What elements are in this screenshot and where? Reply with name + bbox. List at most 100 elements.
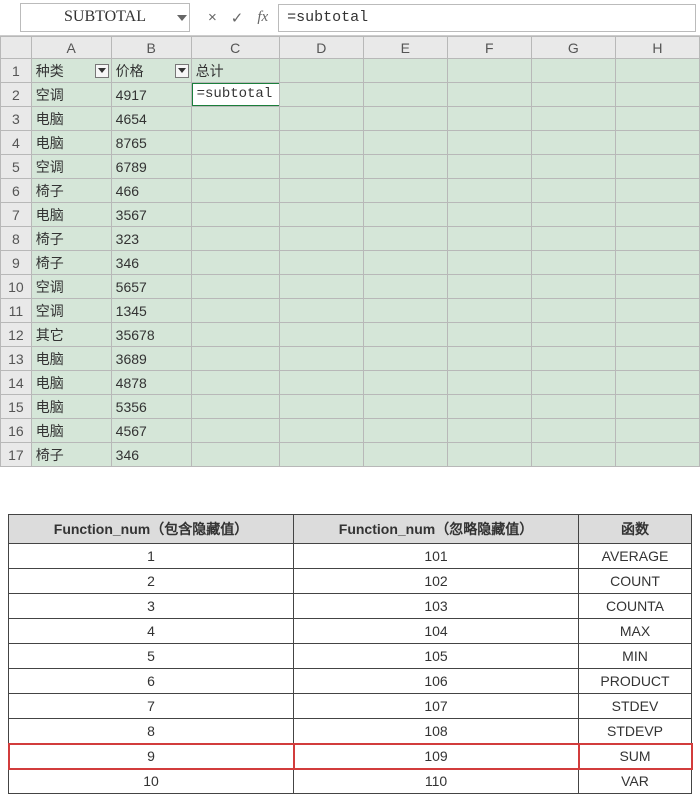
cell-E2[interactable] (363, 83, 447, 107)
cell-E1[interactable] (363, 59, 447, 83)
cell-D14[interactable] (279, 371, 363, 395)
row-header[interactable]: 4 (1, 131, 32, 155)
cell-C10[interactable] (191, 275, 279, 299)
cell-A13[interactable]: 电脑 (31, 347, 111, 371)
cell-B13[interactable]: 3689 (111, 347, 191, 371)
cell-C15[interactable] (191, 395, 279, 419)
name-box-dropdown-icon[interactable] (177, 13, 187, 23)
filter-dropdown-icon[interactable] (95, 64, 109, 78)
row-header[interactable]: 2 (1, 83, 32, 107)
cell-H8[interactable] (615, 227, 699, 251)
cell-H3[interactable] (615, 107, 699, 131)
cell-B3[interactable]: 4654 (111, 107, 191, 131)
cell-H16[interactable] (615, 419, 699, 443)
cell-C13[interactable] (191, 347, 279, 371)
cell-B6[interactable]: 466 (111, 179, 191, 203)
cell-A7[interactable]: 电脑 (31, 203, 111, 227)
cell-E5[interactable] (363, 155, 447, 179)
col-header-F[interactable]: F (447, 37, 531, 59)
cell-C11[interactable] (191, 299, 279, 323)
col-header-D[interactable]: D (279, 37, 363, 59)
cell-E6[interactable] (363, 179, 447, 203)
row-header[interactable]: 10 (1, 275, 32, 299)
row-header[interactable]: 17 (1, 443, 32, 467)
cell-B15[interactable]: 5356 (111, 395, 191, 419)
filter-dropdown-icon[interactable] (175, 64, 189, 78)
cell-A16[interactable]: 电脑 (31, 419, 111, 443)
cell-D4[interactable] (279, 131, 363, 155)
name-box[interactable]: SUBTOTAL (20, 3, 190, 32)
cell-D12[interactable] (279, 323, 363, 347)
col-header-B[interactable]: B (111, 37, 191, 59)
cell-D16[interactable] (279, 419, 363, 443)
cell-B9[interactable]: 346 (111, 251, 191, 275)
cell-D10[interactable] (279, 275, 363, 299)
cell-E12[interactable] (363, 323, 447, 347)
row-header[interactable]: 6 (1, 179, 32, 203)
cell-G14[interactable] (531, 371, 615, 395)
cell-G17[interactable] (531, 443, 615, 467)
cell-F11[interactable] (447, 299, 531, 323)
fx-icon[interactable]: fx (257, 9, 268, 26)
cell-A11[interactable]: 空调 (31, 299, 111, 323)
cell-G10[interactable] (531, 275, 615, 299)
row-header[interactable]: 12 (1, 323, 32, 347)
cell-A3[interactable]: 电脑 (31, 107, 111, 131)
col-header-G[interactable]: G (531, 37, 615, 59)
row-header[interactable]: 13 (1, 347, 32, 371)
cell-G11[interactable] (531, 299, 615, 323)
cell-D8[interactable] (279, 227, 363, 251)
cell-A6[interactable]: 椅子 (31, 179, 111, 203)
cell-G9[interactable] (531, 251, 615, 275)
cell-B14[interactable]: 4878 (111, 371, 191, 395)
row-header[interactable]: 15 (1, 395, 32, 419)
cell-E7[interactable] (363, 203, 447, 227)
cell-E9[interactable] (363, 251, 447, 275)
cell-H17[interactable] (615, 443, 699, 467)
cell-A15[interactable]: 电脑 (31, 395, 111, 419)
cell-F14[interactable] (447, 371, 531, 395)
cell-A9[interactable]: 椅子 (31, 251, 111, 275)
cell-C3[interactable] (191, 107, 279, 131)
cell-A2[interactable]: 空调 (31, 83, 111, 107)
cell-D1[interactable] (279, 59, 363, 83)
row-header[interactable]: 11 (1, 299, 32, 323)
cell-C12[interactable] (191, 323, 279, 347)
cell-C7[interactable] (191, 203, 279, 227)
cell-G12[interactable] (531, 323, 615, 347)
cell-D15[interactable] (279, 395, 363, 419)
row-header[interactable]: 8 (1, 227, 32, 251)
cell-F2[interactable] (447, 83, 531, 107)
cell-C14[interactable] (191, 371, 279, 395)
cell-G16[interactable] (531, 419, 615, 443)
col-header-C[interactable]: C (191, 37, 279, 59)
cell-C1[interactable]: 总计 (191, 59, 279, 83)
row-header[interactable]: 3 (1, 107, 32, 131)
cell-D3[interactable] (279, 107, 363, 131)
cell-F12[interactable] (447, 323, 531, 347)
cell-G7[interactable] (531, 203, 615, 227)
cell-F15[interactable] (447, 395, 531, 419)
cell-E16[interactable] (363, 419, 447, 443)
row-header[interactable]: 5 (1, 155, 32, 179)
cell-A1[interactable]: 种类 (31, 59, 111, 83)
cell-B11[interactable]: 1345 (111, 299, 191, 323)
cell-A14[interactable]: 电脑 (31, 371, 111, 395)
cell-B7[interactable]: 3567 (111, 203, 191, 227)
cell-H1[interactable] (615, 59, 699, 83)
cell-H14[interactable] (615, 371, 699, 395)
cell-H11[interactable] (615, 299, 699, 323)
cell-A8[interactable]: 椅子 (31, 227, 111, 251)
row-header[interactable]: 7 (1, 203, 32, 227)
cell-E17[interactable] (363, 443, 447, 467)
cell-A4[interactable]: 电脑 (31, 131, 111, 155)
cell-E14[interactable] (363, 371, 447, 395)
row-header[interactable]: 1 (1, 59, 32, 83)
cell-E11[interactable] (363, 299, 447, 323)
cell-E4[interactable] (363, 131, 447, 155)
cell-G2[interactable] (531, 83, 615, 107)
cell-G4[interactable] (531, 131, 615, 155)
cell-C4[interactable] (191, 131, 279, 155)
cell-F1[interactable] (447, 59, 531, 83)
cell-E3[interactable] (363, 107, 447, 131)
